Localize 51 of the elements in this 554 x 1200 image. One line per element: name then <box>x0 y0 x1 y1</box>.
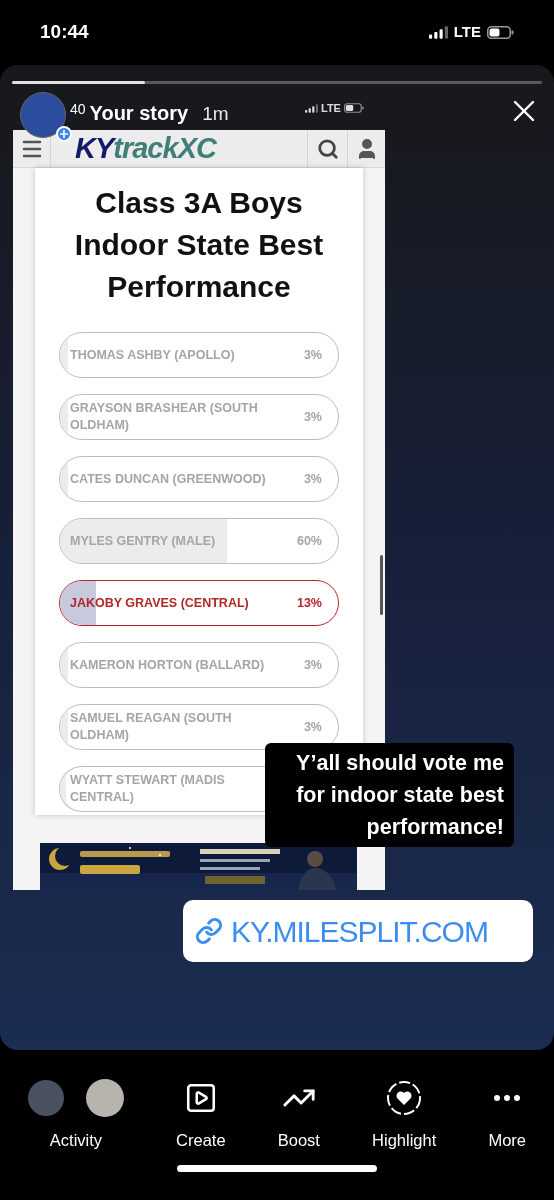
link-icon <box>195 917 223 945</box>
poll-option[interactable]: THOMAS ASHBY (APOLLO) 3% <box>59 332 339 378</box>
poll-title: Class 3A Boys Indoor State Best Performance <box>73 185 325 305</box>
option-label: THOMAS ASHBY (APOLLO) <box>70 346 235 364</box>
vote-percent: 3% <box>303 346 322 364</box>
clock: 10:44 <box>40 20 89 45</box>
vote-percent: 13% <box>296 594 322 612</box>
bottom-bar-button[interactable]: Highlight <box>372 1078 437 1153</box>
plus-icon <box>60 130 68 138</box>
more-icon <box>494 1095 521 1101</box>
vote-percent: 3% <box>303 408 322 426</box>
poll-option[interactable]: GRAYSON BRASHEAR (SOUTH OLDHAM) 3% <box>59 394 339 440</box>
signal-icon <box>428 26 448 39</box>
battery-icon <box>487 26 514 39</box>
vote-percent: 3% <box>303 470 322 488</box>
poll-option[interactable]: WYATT STEWART (MADIS CENTRAL) <box>59 766 265 812</box>
signal-icon <box>305 103 318 113</box>
poll-option[interactable]: CATES DUNCAN (GREENWOOD) 3% <box>59 456 339 502</box>
battery-icon <box>343 103 364 114</box>
option-label: WYATT STEWART (MADIS CENTRAL) <box>70 772 225 806</box>
poll-option[interactable]: MYLES GENTRY (MALE) 60% <box>59 518 339 564</box>
bottom-bar-button[interactable]: Boost <box>277 1078 320 1153</box>
network-label: LTE <box>453 22 481 43</box>
search-icon[interactable] <box>316 137 339 160</box>
option-label: MYLES GENTRY (MALE) <box>70 532 216 550</box>
story-title: Your story <box>89 101 189 126</box>
add-badge[interactable] <box>56 126 72 142</box>
hidden-clock-digits: 40 <box>70 102 86 116</box>
caption-text: Y’all should vote me for indoor state best performance! <box>295 750 504 841</box>
option-label: SAMUEL REAGAN (SOUTH OLDHAM) <box>70 710 232 744</box>
network-label: LTE <box>321 101 341 116</box>
poll-option[interactable]: JAKOBY GRAVES (CENTRAL) 13% <box>59 580 339 626</box>
vote-percent: 60% <box>296 532 322 550</box>
poll-option[interactable]: SAMUEL REAGAN (SOUTH OLDHAM) 3% <box>59 704 339 750</box>
link-sticker[interactable]: KY.MILESPLIT.COM <box>183 900 533 962</box>
bottom-bar-button[interactable]: Create <box>176 1078 226 1153</box>
poll-option[interactable]: KAMERON HORTON (BALLARD) 3% <box>59 642 339 688</box>
bottom-bar-button[interactable]: Activity <box>28 1078 124 1153</box>
vote-percent: 3% <box>303 718 322 736</box>
avatar <box>86 1079 124 1117</box>
option-label: CATES DUNCAN (GREENWOOD) <box>70 470 266 488</box>
heart-circle-icon <box>386 1080 423 1116</box>
bottom-bar-button[interactable]: More <box>488 1078 526 1153</box>
avatar <box>28 1080 64 1116</box>
vote-percent: 3% <box>303 656 322 674</box>
story-age: 1m <box>202 101 229 126</box>
option-label: GRAYSON BRASHEAR (SOUTH OLDHAM) <box>70 400 258 434</box>
avatar <box>20 92 66 138</box>
scrollbar <box>380 555 383 615</box>
option-label: KAMERON HORTON (BALLARD) <box>70 656 265 674</box>
option-label: JAKOBY GRAVES (CENTRAL) <box>70 594 249 612</box>
